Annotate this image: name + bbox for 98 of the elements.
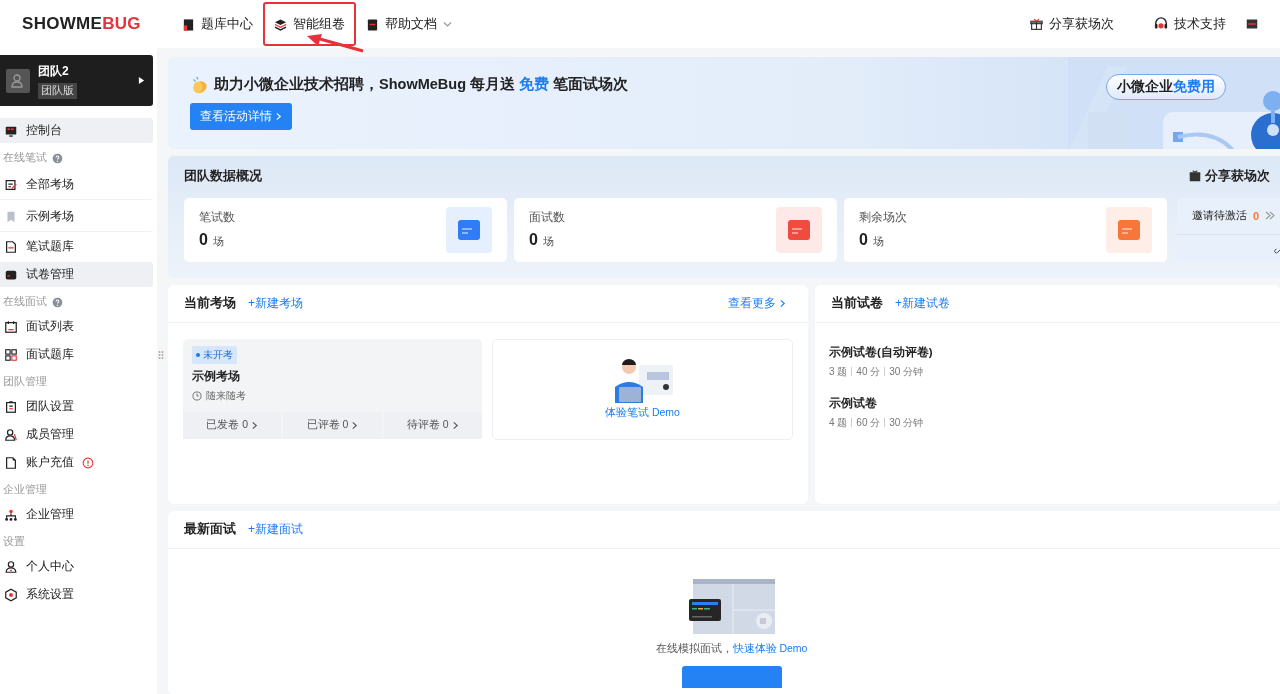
demo-link[interactable]: 快速体验 Demo [732,641,808,654]
logo[interactable]: SHOWMEBUG [22,14,170,34]
status-tag: 未开考 [192,345,237,364]
grid-icon [4,347,18,362]
demo-link[interactable]: 体验笔试 Demo [599,405,686,422]
paper-meta: 3 题 [829,364,848,379]
clipboard-icon [4,399,18,414]
chevron-right-icon [275,112,282,121]
stat-label: 面试数 [529,210,565,226]
hexagon-icon [4,587,18,602]
sidebar-item[interactable]: 控制台 [0,118,153,143]
invite-count: 0 [1253,209,1260,222]
panel-icon [1246,18,1258,30]
paper-meta: 30 分钟 [889,415,924,430]
nav-tab[interactable]: 题库中心 [176,7,259,41]
new-paper-link[interactable]: +新建试卷 [895,294,950,312]
stat-unit: 场 [212,235,224,250]
stat-unit: 场 [872,235,884,250]
empty-text: 在线模拟面试，快速体验 Demo [655,641,808,656]
sidebar-item[interactable]: 成员管理 [0,422,153,447]
nav-tab[interactable]: 帮助文档 [360,7,458,41]
exam-name: 示例考场 [192,367,240,385]
invite-label: 邀请待激活 [1192,208,1247,224]
section-label: 团队管理 [3,375,47,389]
people-icon [4,427,18,442]
view-more-link[interactable]: 查看更多 [722,294,792,312]
new-interview-link[interactable]: +新建面试 [248,520,303,538]
headset-icon [1154,17,1168,31]
stat-value: 0 [529,231,538,250]
chevron-right-icon [351,420,359,430]
document-icon [366,17,379,31]
paper-meta: 4 题 [829,415,848,430]
avatar-icon [10,72,26,89]
header-link[interactable]: 技术支持 [1148,14,1232,34]
calendar-icon [4,319,18,334]
exam-stat-link[interactable]: 已发卷 0 [183,411,282,439]
book-icon [182,17,195,31]
stat-label: 剩余场次 [859,210,907,226]
annotation-arrow [306,33,364,53]
exam-stat-link[interactable]: 已评卷 0 [283,411,382,439]
panel-title: 团队数据概况 [184,167,262,185]
stat-value: 0 [199,231,208,250]
paper-meta: 40 分 [856,364,881,379]
exam-card[interactable]: 未开考 示例考场 随来随考 已发卷 0 已评卷 0 待评卷 0 [183,338,482,439]
new-exam-link[interactable]: +新建考场 [248,294,303,312]
sidebar-item[interactable]: 笔试题库 [0,234,153,259]
paper-meta: 60 分 [856,415,881,430]
gift-icon [1189,170,1201,183]
stat-label: 笔试数 [199,210,235,226]
edit-icon [4,177,18,192]
activity-details-button[interactable]: 查看活动详情 [190,103,292,130]
chevron-right-icon [251,420,259,430]
sidebar-item[interactable]: 全部考场 [0,170,153,200]
paper-meta: 30 分钟 [889,364,924,379]
chevron-right-icon [779,298,786,308]
file-icon [4,455,18,470]
chevron-right-icon [451,420,459,430]
team-switcher[interactable]: 团队2 团队版 [0,55,153,106]
highlighted-nav-tab[interactable]: 智能组卷 [263,2,356,46]
clapping-hands-icon [190,75,208,94]
section-label: 设置 [3,535,25,549]
panel-title: 最新面试 [184,520,236,538]
person-icon [4,559,18,574]
org-chart-icon [4,507,18,522]
panel-title: 当前考场 [184,294,236,312]
paper-name[interactable]: 示例试卷 [829,395,1266,411]
section-label: 在线面试 [3,295,47,309]
exam-stat-link[interactable]: 待评卷 0 [383,411,482,439]
new-interview-button[interactable] [681,665,782,688]
gift-icon [1030,17,1043,31]
double-chevron-icon [1265,211,1276,221]
exam-mode: 随来随考 [206,388,246,403]
share-link[interactable]: 分享获场次 [1189,167,1270,185]
section-label: 在线笔试 [3,151,47,165]
plan-tag: 团队版 [38,82,77,99]
clock-icon [192,390,202,401]
sidebar-item[interactable]: 企业管理 [0,502,153,527]
sidebar-item[interactable]: 面试题库 [0,342,153,367]
caret-right-icon [138,76,145,85]
sidebar-item[interactable]: 系统设置 [0,582,153,607]
stat-value: 0 [859,231,868,250]
team-name: 团队2 [38,62,69,80]
panel-title: 当前试卷 [831,294,883,312]
document-icon [4,239,18,254]
drag-handle-icon [158,350,164,360]
layers-icon [274,17,287,31]
stat-unit: 场 [542,235,554,250]
sidebar-item[interactable]: 账户充值 [0,450,153,475]
sidebar-item[interactable]: 团队设置 [0,394,153,419]
sidebar-item[interactable]: 示例考场 [0,202,153,232]
sidebar-item[interactable]: 面试列表 [0,314,153,339]
header-link[interactable]: 分享获场次 [1024,14,1120,34]
promo-text: 助力小微企业技术招聘，ShowMeBug 每月送 免费 笔面试场次 [214,75,629,94]
sidebar-item[interactable]: 个人中心 [0,554,153,579]
sidebar-item[interactable]: 试卷管理 [0,262,153,287]
paper-name[interactable]: 示例试卷(自动评卷) [829,344,1266,360]
section-label: 企业管理 [3,483,47,497]
promo-badge: 小微企业免费用 [1106,74,1226,100]
